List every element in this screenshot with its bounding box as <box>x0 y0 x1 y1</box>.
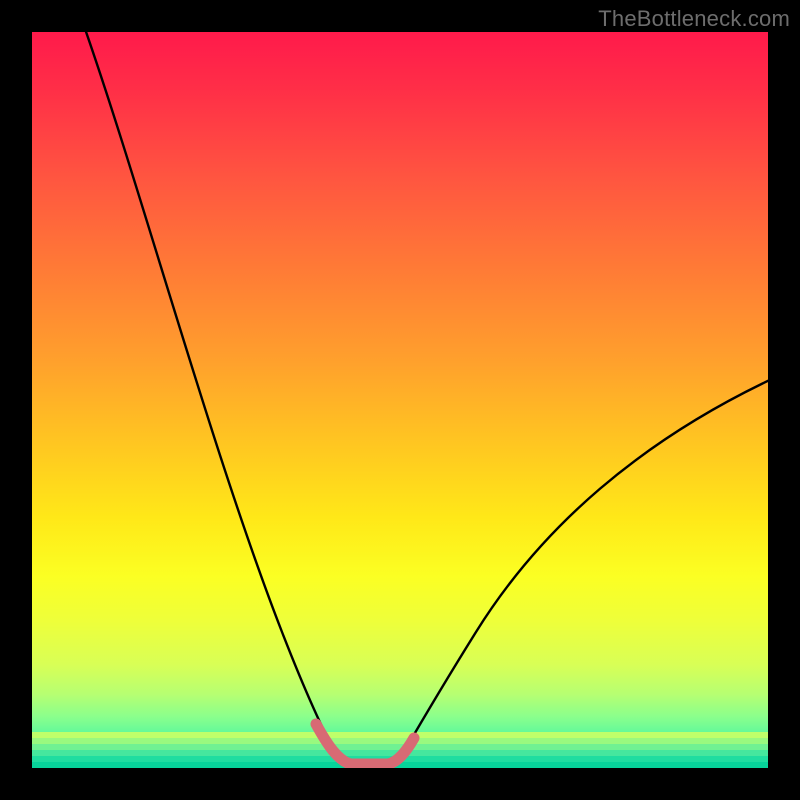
plot-area <box>32 32 768 768</box>
watermark-text: TheBottleneck.com <box>598 6 790 32</box>
left-curve <box>84 32 340 762</box>
valley-highlight <box>316 724 414 764</box>
curve-layer <box>32 32 768 768</box>
chart-stage: TheBottleneck.com <box>0 0 800 800</box>
right-curve <box>398 378 768 762</box>
